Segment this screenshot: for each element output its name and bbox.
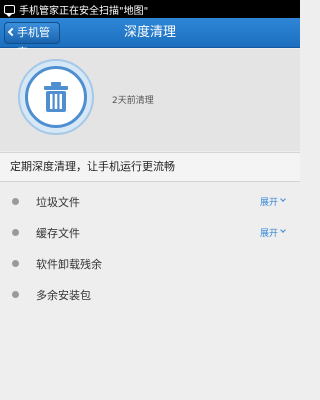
clean-circle-button[interactable] <box>18 59 94 135</box>
expand-label: 展开 <box>259 198 278 208</box>
list-item-junk-files[interactable]: 垃圾文件 展开 <box>0 186 300 217</box>
list-item-extra-packages[interactable]: 多余安装包 <box>0 279 300 310</box>
title-bar: 手机管家 深度清理 <box>0 18 300 59</box>
bullet-icon <box>12 291 19 298</box>
list-item-label: 多余安装包 <box>36 288 91 302</box>
list-item-uninstall-residue[interactable]: 软件卸载残余 <box>0 248 300 279</box>
trash-can-icon <box>44 82 68 112</box>
bullet-icon <box>12 260 19 267</box>
header-panel: 2天前清理 <box>0 49 300 151</box>
status-bar: 手机管家正在安全扫描"地图" <box>0 0 300 18</box>
bullet-icon <box>12 198 19 205</box>
status-text: 手机管家正在安全扫描"地图" <box>19 5 149 17</box>
expand-button[interactable]: 展开 <box>259 195 286 208</box>
list-item-cache-files[interactable]: 缓存文件 展开 <box>0 217 300 248</box>
list-item-label: 垃圾文件 <box>36 195 80 209</box>
clean-circle-inner <box>25 66 87 128</box>
chevron-down-icon <box>280 196 286 202</box>
expand-label: 展开 <box>259 229 278 239</box>
message-icon <box>4 4 15 17</box>
last-cleaned-text: 2天前清理 <box>112 96 154 106</box>
list-item-label: 缓存文件 <box>36 226 80 240</box>
chevron-down-icon <box>280 227 286 233</box>
expand-button[interactable]: 展开 <box>259 226 286 239</box>
description-row: 定期深度清理，让手机运行更流畅 <box>0 152 300 182</box>
bullet-icon <box>12 229 19 236</box>
cleanup-list: 垃圾文件 展开 缓存文件 展开 软件卸载残余 多余安装包 <box>0 186 300 310</box>
page-title: 深度清理 <box>123 25 176 40</box>
list-item-label: 软件卸载残余 <box>36 257 102 271</box>
